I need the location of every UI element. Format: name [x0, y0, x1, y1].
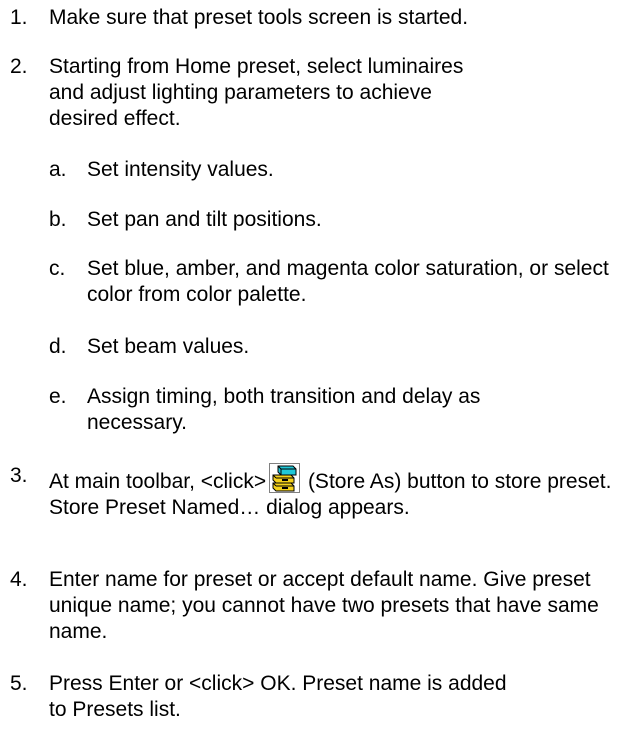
store-as-icon — [269, 463, 301, 493]
substep-text: Assign timing, both transition and delay… — [87, 385, 481, 434]
substep-letter: c. — [49, 257, 66, 280]
step-text: Enter name for preset or accept default … — [49, 568, 599, 643]
step-text: At main toolbar, <click> (Store As) butt… — [49, 463, 634, 521]
substep-text: Set pan and tilt positions. — [87, 208, 322, 231]
step-number: 1. — [10, 6, 28, 29]
substep-text: Set blue, amber, and magenta color satur… — [87, 257, 609, 306]
step-number: 3. — [10, 464, 28, 487]
step-text: Starting from Home preset, select lumina… — [49, 55, 464, 130]
substep-letter: d. — [49, 335, 67, 358]
substep-letter: e. — [49, 385, 67, 408]
step-text: Press Enter or <click> OK. Preset name i… — [49, 672, 507, 721]
step-number: 5. — [10, 672, 28, 695]
substep-text: Set beam values. — [87, 335, 250, 358]
step-text: Make sure that preset tools screen is st… — [49, 6, 469, 29]
step-number: 2. — [10, 55, 28, 78]
substep-letter: b. — [49, 208, 67, 231]
substep-text: Set intensity values. — [87, 158, 274, 181]
step-number: 4. — [10, 568, 28, 591]
substep-letter: a. — [49, 158, 67, 181]
step-text-before-icon: At main toolbar, <click> — [49, 470, 267, 493]
instruction-document: 1. Make sure that preset tools screen is… — [0, 0, 634, 745]
